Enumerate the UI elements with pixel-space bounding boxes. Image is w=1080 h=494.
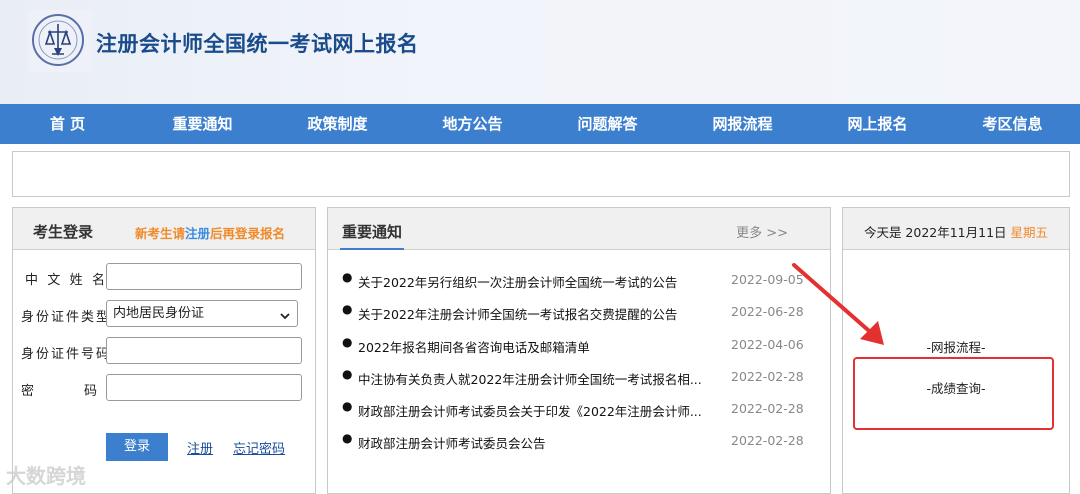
notice-item-title[interactable]: 财政部注册会计师考试委员会公告 [358, 433, 703, 452]
nav-local-announcements[interactable]: 地方公告 [405, 104, 540, 144]
register-link[interactable]: 注册 [187, 438, 213, 457]
weekday-text: 星期五 [1010, 225, 1049, 240]
login-title: 考生登录 [33, 223, 94, 241]
notice-panel: 重要通知 更多 >> ● 关于2022年另行组织一次注册会计师全国统一考试的公告… [327, 207, 831, 494]
notice-item-title[interactable]: 关于2022年注册会计师全国统一考试报名交费提醒的公告 [358, 304, 703, 323]
nav-home[interactable]: 首 页 [0, 104, 135, 144]
register-hint-text-after: 后再登录报名 [210, 226, 286, 241]
bullet-icon: ● [342, 399, 353, 414]
site-title: 注册会计师全国统一考试网上报名 [96, 32, 419, 56]
name-input[interactable] [106, 263, 302, 290]
idtype-select[interactable]: 内地居民身份证 [106, 300, 298, 327]
idtype-row: 身份证件类型 内地居民身份证 [13, 300, 317, 328]
idnum-label: 身份证件号码 [21, 347, 109, 362]
list-item[interactable]: ● 2022年报名期间各省咨询电话及邮箱清单 2022-04-06 [328, 329, 832, 361]
name-row: 中文姓名 [13, 263, 317, 291]
idnum-input[interactable] [106, 337, 302, 364]
notice-item-title[interactable]: 2022年报名期间各省咨询电话及邮箱清单 [358, 337, 703, 356]
register-hint-link[interactable]: 注册 [185, 226, 210, 241]
login-button[interactable]: 登录 [106, 433, 168, 461]
bullet-icon: ● [342, 431, 353, 446]
list-item[interactable]: ● 财政部注册会计师考试委员会关于印发《2022年注册会计师... 2022-0… [328, 393, 832, 425]
watermark: 大数跨境 [6, 464, 86, 488]
today-date-text: 今天是 2022年11月11日 [863, 225, 1007, 240]
today-date: 今天是 2022年11月11日 星期五 [843, 222, 1069, 241]
notice-item-title[interactable]: 中注协有关负责人就2022年注册会计师全国统一考试报名相... [358, 369, 703, 388]
list-item[interactable]: ● 财政部注册会计师考试委员会公告 2022-02-28 [328, 425, 832, 457]
register-hint: 新考生请注册后再登录报名 [135, 223, 285, 242]
list-item[interactable]: ● 中注协有关负责人就2022年注册会计师全国统一考试报名相... 2022-0… [328, 361, 832, 393]
banner-area [12, 151, 1070, 197]
bullet-icon: ● [342, 270, 353, 284]
nav-important-notices[interactable]: 重要通知 [135, 104, 270, 144]
more-link[interactable]: 更多 >> [736, 222, 788, 241]
nav-policies[interactable]: 政策制度 [270, 104, 405, 144]
bullet-icon: ● [342, 366, 353, 381]
list-item[interactable]: ● 关于2022年另行组织一次注册会计师全国统一考试的公告 2022-09-05 [328, 264, 832, 296]
bullet-icon: ● [342, 334, 353, 349]
notice-list: ● 关于2022年另行组织一次注册会计师全国统一考试的公告 2022-09-05… [328, 264, 832, 458]
idtype-label: 身份证件类型 [21, 310, 109, 325]
notice-title: 重要通知 [342, 223, 403, 241]
nav-online-registration[interactable]: 网上报名 [810, 104, 945, 144]
notice-panel-header: 重要通知 更多 >> [328, 208, 830, 250]
cicpa-seal-logo [28, 10, 92, 72]
nav-exam-area-info[interactable]: 考区信息 [945, 104, 1080, 144]
chevron-down-icon [279, 306, 291, 331]
idnum-row: 身份证件号码 [13, 337, 317, 365]
password-input[interactable] [106, 374, 302, 401]
bullet-icon: ● [342, 302, 353, 317]
notice-item-date: 2022-02-28 [731, 401, 804, 417]
notice-item-date: 2022-02-28 [731, 433, 804, 449]
page-header: 注册会计师全国统一考试网上报名 [0, 0, 1080, 104]
login-panel: 考生登录 新考生请注册后再登录报名 中文姓名 身份证件类型 内地居民身份证 身份… [12, 207, 316, 494]
notice-item-date: 2022-02-28 [731, 368, 804, 384]
nav-registration-process[interactable]: 网报流程 [675, 104, 810, 144]
password-row: 密码 [13, 374, 317, 402]
forgot-password-link[interactable]: 忘记密码 [233, 438, 285, 457]
red-arrow-icon [792, 263, 884, 345]
register-hint-text: 新考生请 [135, 226, 186, 241]
password-label: 密码 [21, 384, 97, 399]
notice-item-title[interactable]: 关于2022年另行组织一次注册会计师全国统一考试的公告 [358, 272, 703, 291]
nav-faq[interactable]: 问题解答 [540, 104, 675, 144]
notice-title-underline [340, 248, 404, 250]
main-nav: 首 页 重要通知 政策制度 地方公告 问题解答 网报流程 网上报名 考区信息 [0, 104, 1080, 144]
login-panel-header: 考生登录 新考生请注册后再登录报名 [13, 208, 315, 250]
name-label: 中文姓名 [25, 273, 105, 288]
notice-item-title[interactable]: 财政部注册会计师考试委员会关于印发《2022年注册会计师... [358, 401, 703, 420]
idtype-selected-value: 内地居民身份证 [113, 306, 205, 321]
highlight-box [853, 357, 1054, 430]
date-panel-header: 今天是 2022年11月11日 星期五 [843, 208, 1069, 250]
list-item[interactable]: ● 关于2022年注册会计师全国统一考试报名交费提醒的公告 2022-06-28 [328, 296, 832, 328]
